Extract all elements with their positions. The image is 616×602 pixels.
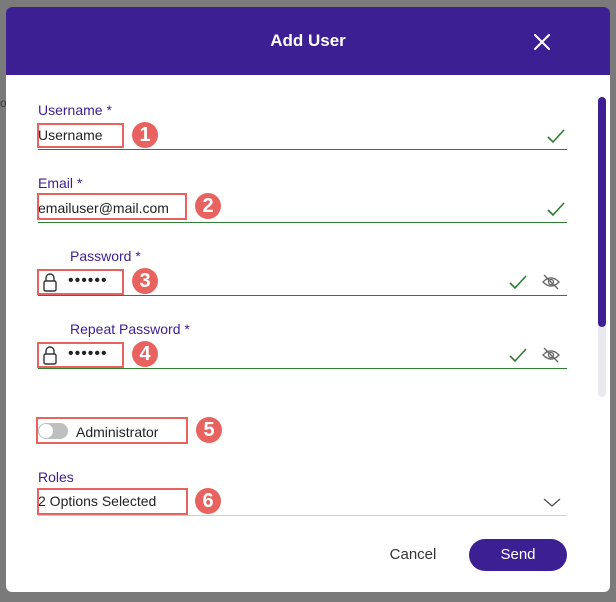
annotation-badge-4: 4 bbox=[132, 341, 158, 367]
annotation-box-1 bbox=[37, 123, 124, 148]
roles-label: Roles bbox=[38, 469, 74, 485]
annotation-box-5 bbox=[36, 417, 188, 444]
email-underline bbox=[38, 222, 567, 223]
eye-off-icon[interactable] bbox=[541, 273, 561, 291]
annotation-badge-5: 5 bbox=[196, 417, 222, 443]
password-underline bbox=[38, 295, 567, 296]
annotation-badge-2: 2 bbox=[195, 193, 221, 219]
check-icon bbox=[547, 129, 565, 144]
chevron-down-icon[interactable] bbox=[542, 495, 562, 509]
annotation-badge-1: 1 bbox=[132, 122, 158, 148]
annotation-box-2 bbox=[37, 193, 187, 220]
dialog-header: Add User bbox=[6, 7, 610, 75]
check-icon bbox=[509, 348, 527, 363]
annotation-badge-3: 3 bbox=[132, 268, 158, 294]
add-user-dialog: Add User Username * Username 1 Email * e… bbox=[6, 7, 610, 592]
check-icon bbox=[547, 202, 565, 217]
repeat-password-label: Repeat Password * bbox=[70, 321, 190, 337]
send-button[interactable]: Send bbox=[469, 539, 567, 571]
repeat-password-underline bbox=[38, 368, 567, 369]
roles-underline bbox=[38, 515, 567, 516]
check-icon bbox=[509, 275, 527, 290]
cancel-button[interactable]: Cancel bbox=[378, 540, 448, 570]
close-icon[interactable] bbox=[530, 30, 554, 54]
annotation-box-4 bbox=[37, 342, 124, 368]
annotation-badge-6: 6 bbox=[195, 488, 221, 514]
scrollbar-thumb[interactable] bbox=[598, 97, 606, 327]
username-underline bbox=[38, 149, 567, 150]
password-label: Password * bbox=[70, 248, 141, 264]
annotation-box-6 bbox=[37, 488, 188, 515]
dialog-title: Add User bbox=[270, 31, 346, 50]
username-label: Username * bbox=[38, 102, 112, 118]
eye-off-icon[interactable] bbox=[541, 346, 561, 364]
annotation-box-3 bbox=[37, 269, 124, 295]
email-label: Email * bbox=[38, 175, 83, 191]
